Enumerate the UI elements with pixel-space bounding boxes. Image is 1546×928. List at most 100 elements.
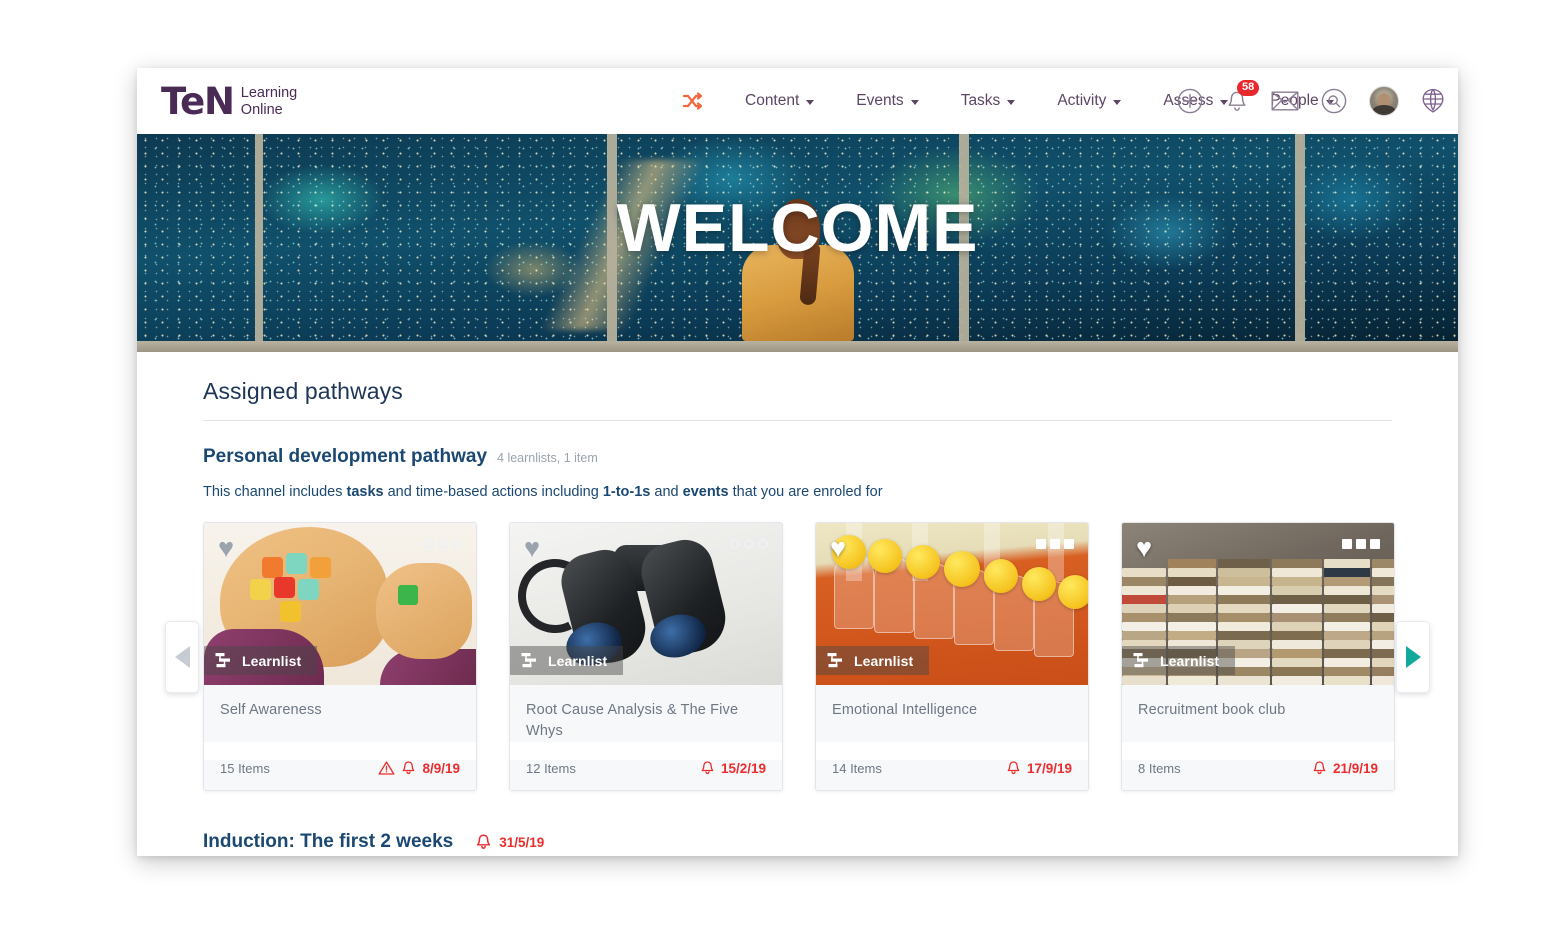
- favourite-heart-icon[interactable]: ♥: [830, 535, 846, 562]
- nav-item-activity[interactable]: Activity: [1036, 92, 1142, 110]
- card-title: Self Awareness: [220, 702, 322, 718]
- pathway-carousel: ♥ Learnlist Self Awareness 15 Items 8/9/…: [165, 522, 1430, 792]
- card-thumbnail: ♥ Learnlist: [204, 523, 476, 685]
- due-bell-icon: [1007, 761, 1020, 775]
- learnlist-card[interactable]: ♥ Learnlist Root Cause Analysis & The Fi…: [509, 522, 783, 792]
- brand-logo[interactable]: TeN Learning Online: [161, 83, 297, 120]
- messages-envelope-icon[interactable]: [1271, 90, 1299, 112]
- card-title: Emotional Intelligence: [832, 702, 978, 718]
- card-due-group: 17/9/19: [1006, 760, 1072, 776]
- card-type-badge: Learnlist: [510, 646, 624, 675]
- carousel-prev-button[interactable]: [165, 620, 199, 693]
- learnlist-card[interactable]: ♥ Learnlist Self Awareness 15 Items 8/9/…: [203, 522, 477, 792]
- learnlist-icon: [1133, 653, 1148, 668]
- notification-count-badge: 58: [1237, 79, 1260, 96]
- user-avatar[interactable]: [1369, 86, 1399, 116]
- hero-welcome-text: WELCOME: [616, 190, 979, 266]
- brand-wordmark: TeN: [161, 79, 235, 123]
- brand-tagline-line1: Learning: [240, 84, 298, 101]
- card-body: Emotional Intelligence: [816, 685, 1088, 743]
- add-icon[interactable]: [1177, 88, 1203, 114]
- card-type-badge: Learnlist: [204, 646, 318, 675]
- card-type-label: Learnlist: [1160, 652, 1220, 669]
- main-content: Assigned pathways Personal development p…: [137, 352, 1458, 856]
- brand-tagline-line2: Online: [240, 102, 283, 118]
- card-menu-icon[interactable]: [1342, 539, 1380, 549]
- card-type-badge: Learnlist: [816, 646, 930, 675]
- card-menu-icon[interactable]: [1036, 539, 1074, 549]
- pathway-title[interactable]: Personal development pathway: [203, 446, 487, 468]
- card-due-date: 21/9/19: [1332, 760, 1378, 776]
- top-navigation-bar: TeN Learning Online Content Events Tasks…: [137, 68, 1458, 134]
- card-footer: 15 Items 8/9/19: [204, 760, 476, 791]
- card-type-label: Learnlist: [548, 652, 608, 669]
- pathway-description: This channel includes tasks and time-bas…: [203, 484, 883, 500]
- card-item-count: 15 Items: [220, 760, 270, 776]
- pathway-header: Personal development pathway 4 learnlist…: [203, 446, 1392, 468]
- induction-title[interactable]: Induction: The first 2 weeks: [203, 831, 453, 853]
- card-due-date: 8/9/19: [422, 760, 460, 776]
- carousel-next-button[interactable]: [1396, 620, 1430, 693]
- due-bell-icon: [403, 761, 415, 775]
- card-item-count: 8 Items: [1138, 760, 1181, 776]
- nav-item-events-label: Events: [856, 92, 904, 109]
- nav-item-content-label: Content: [745, 92, 800, 109]
- card-body: Self Awareness: [204, 685, 476, 743]
- learnlist-card[interactable]: ♥ Learnlist Recruitment book club 8 Item…: [1121, 522, 1395, 792]
- card-due-date: 17/9/19: [1026, 760, 1072, 776]
- hero-window-sill: [137, 341, 1458, 352]
- app-window: TeN Learning Online Content Events Tasks…: [137, 68, 1458, 856]
- nav-item-tasks[interactable]: Tasks: [940, 92, 1037, 110]
- warning-triangle-icon: [379, 761, 395, 775]
- due-bell-icon: [1313, 761, 1326, 775]
- card-body: Recruitment book club: [1122, 685, 1394, 743]
- card-title: Root Cause Analysis & The Five Whys: [526, 702, 739, 740]
- language-globe-icon[interactable]: [1421, 88, 1445, 114]
- brand-tagline: Learning Online: [241, 83, 297, 119]
- card-footer: 12 Items 15/2/19: [510, 760, 782, 791]
- favourite-heart-icon[interactable]: ♥: [1136, 535, 1152, 562]
- card-due-group: 21/9/19: [1312, 760, 1378, 776]
- card-thumbnail: ♥ Learnlist: [1122, 523, 1394, 685]
- card-footer: 14 Items 17/9/19: [816, 760, 1088, 791]
- card-menu-icon[interactable]: [424, 539, 462, 549]
- pathway-meta: 4 learnlists, 1 item: [497, 451, 598, 465]
- search-icon[interactable]: [1321, 88, 1347, 114]
- due-bell-icon: [701, 761, 714, 775]
- induction-header: Induction: The first 2 weeks 31/5/19: [203, 831, 1392, 853]
- card-title: Recruitment book club: [1138, 702, 1286, 718]
- nav-item-activity-label: Activity: [1057, 92, 1107, 109]
- card-due-date: 15/2/19: [720, 760, 766, 776]
- chevron-down-icon: [1113, 99, 1122, 105]
- card-type-badge: Learnlist: [1122, 646, 1236, 675]
- induction-due-date: 31/5/19: [499, 834, 545, 850]
- hero-banner: WELCOME: [137, 134, 1458, 352]
- card-thumbnail: ♥ Learnlist: [816, 523, 1088, 685]
- nav-item-content[interactable]: Content: [724, 92, 835, 110]
- chevron-left-icon: [174, 645, 190, 668]
- chevron-down-icon: [910, 99, 919, 105]
- notifications-bell-icon[interactable]: 58: [1225, 79, 1260, 114]
- learnlist-icon: [521, 653, 536, 668]
- card-type-label: Learnlist: [854, 652, 914, 669]
- nav-item-tasks-label: Tasks: [960, 92, 1001, 109]
- card-footer: 8 Items 21/9/19: [1122, 760, 1394, 791]
- nav-item-events[interactable]: Events: [835, 92, 939, 110]
- nav-icon-group: 58: [1177, 68, 1445, 134]
- favourite-heart-icon[interactable]: ♥: [524, 535, 540, 562]
- page-title: Assigned pathways: [203, 378, 1392, 421]
- learnlist-card-list: ♥ Learnlist Self Awareness 15 Items 8/9/…: [203, 522, 1395, 792]
- card-menu-icon[interactable]: [730, 539, 768, 549]
- shuffle-icon[interactable]: [682, 92, 702, 110]
- learnlist-card[interactable]: ♥ Learnlist Emotional Intelligence 14 It…: [815, 522, 1089, 792]
- chevron-down-icon: [806, 99, 815, 105]
- card-item-count: 14 Items: [832, 760, 882, 776]
- card-due-group: 8/9/19: [378, 760, 460, 776]
- induction-due-group: 31/5/19: [475, 833, 544, 851]
- avatar: [1369, 86, 1399, 116]
- due-bell-icon: [477, 834, 491, 849]
- card-type-label: Learnlist: [242, 652, 302, 669]
- learnlist-icon: [215, 653, 230, 668]
- favourite-heart-icon[interactable]: ♥: [218, 535, 234, 562]
- learnlist-icon: [827, 653, 842, 668]
